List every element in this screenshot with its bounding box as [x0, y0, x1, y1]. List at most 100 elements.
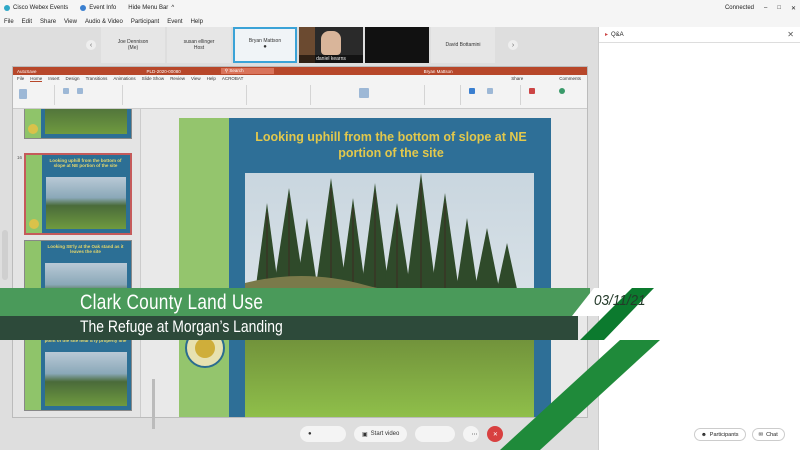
- current-slide[interactable]: Looking uphill from the bottom of slope …: [179, 118, 551, 417]
- qa-panel-header: ▸ Q&A: [599, 27, 800, 43]
- menu-event[interactable]: Event: [167, 19, 182, 25]
- mic-icon: ●: [308, 431, 312, 437]
- slide-thumbnail-selected[interactable]: 16 Looking uphill from the bottom of slo…: [17, 153, 132, 235]
- comments-button[interactable]: Comments: [559, 76, 581, 81]
- ribbon-tabs: File Home Insert Design Transitions Anim…: [13, 75, 587, 82]
- tab-slide-show[interactable]: Slide Show: [142, 76, 165, 81]
- ribbon-group-clipboard: [15, 85, 55, 105]
- participant-tile-active-speaker[interactable]: Bryan Mattson ●: [233, 27, 297, 63]
- maximize-icon[interactable]: □: [777, 5, 781, 11]
- search-box[interactable]: ⚲ Search: [220, 68, 274, 74]
- menu-audio-video[interactable]: Audio & Video: [85, 19, 123, 25]
- ribbon-group-voice: [465, 85, 521, 105]
- menu-edit[interactable]: Edit: [22, 19, 32, 25]
- lower-third-date: 03/11/21: [594, 292, 646, 309]
- info-icon: [80, 5, 87, 11]
- slide-thumbnails-pane: 16 Looking uphill from the bottom of slo…: [13, 109, 141, 417]
- strip-prev-button[interactable]: ‹: [86, 40, 96, 50]
- menu-bar: File Edit Share View Audio & Video Parti…: [0, 16, 800, 27]
- slide-thumbnail[interactable]: [24, 109, 132, 139]
- paste-icon[interactable]: [19, 89, 27, 99]
- minimize-icon[interactable]: –: [764, 5, 767, 11]
- participant-video-tile[interactable]: daniel kearns: [299, 27, 363, 63]
- reuse-slides-icon[interactable]: [77, 88, 83, 94]
- tab-acrobat[interactable]: ACROBAT: [222, 76, 243, 81]
- participants-button[interactable]: ☻ Participants: [694, 428, 746, 441]
- mute-button[interactable]: ●: [300, 426, 346, 442]
- viva-insights-icon[interactable]: [559, 88, 565, 94]
- leave-button[interactable]: ✕: [487, 426, 504, 442]
- slide-thumbnail[interactable]: 18 Looking E'ly from approximate mid-poi…: [16, 329, 132, 411]
- window-titlebar: Cisco Webex Events Event Info Hide Menu …: [0, 0, 800, 16]
- tab-design[interactable]: Design: [66, 76, 80, 81]
- close-icon[interactable]: ✕: [791, 5, 796, 12]
- chevron-left-icon: ‹: [89, 41, 93, 49]
- event-info-button[interactable]: Event Info: [80, 5, 116, 11]
- panel-toggle-buttons: ☻ Participants ✉ Chat: [694, 428, 785, 441]
- app-title: Cisco Webex Events: [4, 5, 68, 11]
- close-icon: ✕: [492, 431, 498, 438]
- arrange-icon[interactable]: [359, 88, 369, 98]
- chat-button[interactable]: ✉ Chat: [751, 428, 785, 441]
- participant-tile[interactable]: Joe Dennison (Me): [101, 27, 165, 63]
- connection-status: Connected: [724, 5, 754, 11]
- more-options-button[interactable]: ⋯: [463, 426, 480, 442]
- cvtv-watermark: CVTV: [683, 395, 746, 420]
- menu-participant[interactable]: Participant: [131, 19, 159, 25]
- qa-icon: ▸: [605, 32, 609, 38]
- tab-review[interactable]: Review: [170, 76, 185, 81]
- search-icon: ⚲: [224, 68, 229, 73]
- tab-transitions[interactable]: Transitions: [86, 76, 108, 81]
- more-icon: ⋯: [471, 431, 478, 438]
- lower-third-diagonal-stripe: [500, 340, 660, 450]
- participants-icon: ☻: [701, 431, 707, 438]
- lower-third: Clark County Land Use The Refuge at Morg…: [0, 288, 654, 340]
- strip-next-button[interactable]: ›: [508, 40, 518, 50]
- chevron-up-icon: ^: [171, 5, 175, 11]
- chat-icon: ✉: [758, 431, 764, 438]
- ribbon-group-font: [127, 85, 247, 105]
- close-icon[interactable]: ✕: [787, 30, 794, 39]
- tab-file[interactable]: File: [17, 76, 24, 81]
- participant-strip: Joe Dennison (Me) susan ellinger Host Br…: [101, 27, 536, 63]
- powerpoint-titlebar: AutoSave PLD-2020-00080 ⚲ Search Bryan M…: [13, 67, 587, 75]
- menu-help[interactable]: Help: [191, 19, 203, 25]
- menu-share[interactable]: Share: [40, 19, 56, 25]
- ribbon-group-adobe: [525, 85, 585, 105]
- ribbon-group-editing: [429, 85, 461, 105]
- ribbon: [13, 82, 587, 109]
- tab-animations[interactable]: Animations: [113, 76, 135, 81]
- stage-scrollbar[interactable]: [2, 230, 8, 280]
- share-button[interactable]: [415, 426, 456, 442]
- mic-icon: ●: [263, 44, 267, 51]
- tab-help[interactable]: Help: [207, 76, 216, 81]
- slide-green-band: [179, 118, 229, 417]
- ribbon-group-drawing: [315, 85, 425, 105]
- menu-view[interactable]: View: [64, 19, 77, 25]
- ribbon-group-paragraph: [251, 85, 311, 105]
- participant-tile-blank[interactable]: [365, 27, 429, 63]
- design-ideas-icon[interactable]: [487, 88, 493, 94]
- tab-home[interactable]: Home: [30, 76, 43, 82]
- slide-title: Looking uphill from the bottom of slope …: [255, 130, 527, 161]
- share-adobe-icon[interactable]: [529, 88, 535, 94]
- lower-third-subtitle: The Refuge at Morgan’s Landing: [80, 317, 283, 336]
- tab-insert[interactable]: Insert: [48, 76, 59, 81]
- county-seal-icon: [29, 219, 39, 229]
- share-button[interactable]: Share: [511, 76, 523, 81]
- participant-tile[interactable]: David Bottamini: [431, 27, 495, 63]
- video-icon: ▣: [362, 431, 368, 438]
- menu-file[interactable]: File: [4, 19, 14, 25]
- new-slide-icon[interactable]: [63, 88, 69, 94]
- ribbon-group-slides: [59, 85, 123, 105]
- chevron-right-icon: ›: [511, 41, 515, 49]
- start-video-button[interactable]: ▣ Start video: [354, 426, 408, 442]
- participant-video: [321, 31, 341, 55]
- tab-view[interactable]: View: [191, 76, 201, 81]
- lower-third-title: Clark County Land Use: [80, 291, 264, 314]
- meeting-controls: ● ▣ Start video ⋯ ✕: [300, 425, 504, 443]
- dictate-icon[interactable]: [469, 88, 475, 94]
- hide-menu-bar-button[interactable]: Hide Menu Bar ^: [128, 5, 174, 11]
- participant-tile[interactable]: susan ellinger Host: [167, 27, 231, 63]
- webex-logo-icon: [4, 5, 10, 11]
